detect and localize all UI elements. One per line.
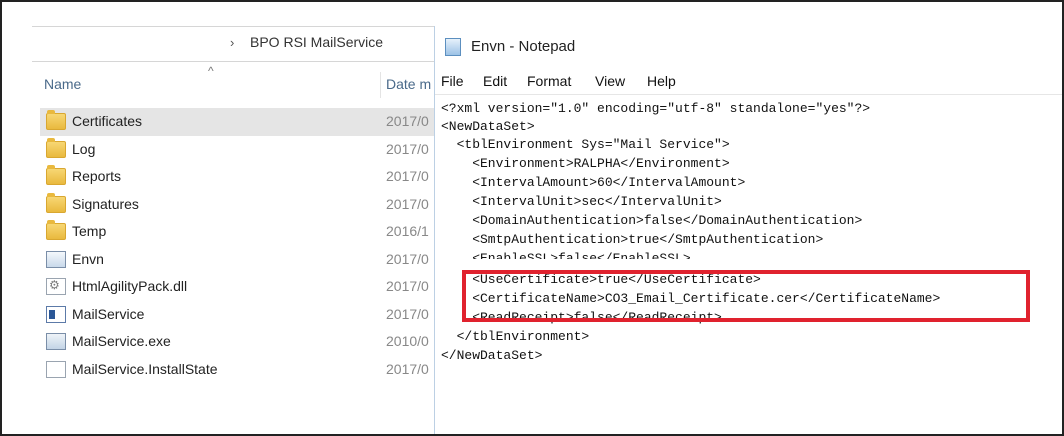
file-row[interactable]: Signatures 2017/0 bbox=[40, 191, 434, 219]
file-explorer-window: › BPO RSI MailService ^ Name Date m Cert… bbox=[4, 4, 434, 434]
file-row[interactable]: MailService 2017/0 bbox=[40, 301, 434, 329]
file-name: MailService.InstallState bbox=[72, 360, 218, 377]
folder-icon bbox=[46, 192, 66, 213]
file-name: MailService bbox=[72, 305, 145, 322]
code-line: <IntervalUnit>sec</IntervalUnit> bbox=[441, 194, 722, 209]
application-icon bbox=[46, 305, 66, 323]
blank-file-icon bbox=[46, 360, 66, 378]
file-row[interactable]: Log 2017/0 bbox=[40, 136, 434, 164]
file-name: MailService.exe bbox=[72, 333, 171, 349]
column-date-header[interactable]: Date m bbox=[386, 76, 431, 92]
folder-icon bbox=[46, 220, 66, 240]
file-name: Reports bbox=[72, 168, 122, 184]
column-divider[interactable] bbox=[380, 72, 381, 98]
code-line: <tblEnvironment Sys="Mail Service"> bbox=[441, 137, 730, 152]
code-line: <ReadReceipt>false</ReadReceipt> bbox=[441, 310, 722, 325]
menu-format[interactable]: Format bbox=[527, 73, 571, 89]
code-line: <SmtpAuthentication>true</SmtpAuthentica… bbox=[441, 232, 824, 247]
notepad-icon bbox=[445, 38, 461, 56]
code-line: <NewDataSet> bbox=[441, 119, 535, 134]
folder-icon bbox=[46, 137, 66, 158]
menu-bar: File Edit Format View Help bbox=[435, 70, 1062, 94]
file-row[interactable]: MailService.exe 2010/0 bbox=[40, 328, 434, 356]
code-line: <IntervalAmount>60</IntervalAmount> bbox=[441, 175, 746, 190]
file-date: 2017/0 bbox=[386, 113, 429, 129]
notepad-title-bar[interactable]: Envn - Notepad bbox=[435, 26, 1062, 66]
file-row[interactable]: Certificates 2017/0 bbox=[40, 108, 434, 136]
file-date: 2017/0 bbox=[386, 140, 429, 157]
code-line: </tblEnvironment> bbox=[441, 329, 590, 344]
file-date: 2017/0 bbox=[386, 305, 429, 322]
file-name: Envn bbox=[72, 250, 104, 267]
menu-view[interactable]: View bbox=[595, 73, 625, 89]
file-row[interactable]: Envn 2017/0 bbox=[40, 246, 434, 274]
screenshot-frame: › BPO RSI MailService ^ Name Date m Cert… bbox=[0, 0, 1064, 436]
file-name: HtmlAgilityPack.dll bbox=[72, 278, 188, 294]
exe-file-icon bbox=[46, 333, 66, 350]
code-line: <UseCertificate>true</UseCertificate> bbox=[441, 272, 761, 287]
file-row[interactable]: Reports 2017/0 bbox=[40, 163, 434, 191]
text-editor[interactable]: <?xml version="1.0" encoding="utf-8" sta… bbox=[441, 98, 1062, 434]
config-file-icon bbox=[46, 250, 66, 268]
file-row[interactable]: Temp 2016/1 bbox=[40, 218, 434, 246]
file-date: 2017/0 bbox=[386, 195, 429, 212]
code-line: <EnableSSL>false</EnableSSL> bbox=[441, 251, 691, 259]
breadcrumb-chevron-icon[interactable]: › bbox=[230, 35, 234, 50]
column-header: ^ Name Date m bbox=[32, 64, 434, 104]
breadcrumb-folder[interactable]: BPO RSI MailService bbox=[250, 34, 383, 50]
file-date: 2017/0 bbox=[386, 168, 429, 184]
code-line: <DomainAuthentication>false</DomainAuthe… bbox=[441, 213, 863, 228]
menu-file[interactable]: File bbox=[441, 73, 464, 89]
file-name: Temp bbox=[72, 223, 107, 239]
file-row[interactable]: HtmlAgilityPack.dll 2017/0 bbox=[40, 273, 434, 301]
column-name-header[interactable]: Name bbox=[44, 76, 81, 92]
address-bar[interactable]: › BPO RSI MailService bbox=[32, 26, 434, 62]
file-date: 2017/0 bbox=[386, 250, 429, 267]
file-date: 2010/0 bbox=[386, 333, 429, 349]
menu-edit[interactable]: Edit bbox=[483, 73, 507, 89]
file-list: Certificates 2017/0 Log 2017/0 Reports 2… bbox=[40, 108, 434, 383]
file-name: Log bbox=[72, 140, 96, 157]
folder-icon bbox=[46, 165, 66, 185]
window-title: Envn - Notepad bbox=[471, 38, 576, 55]
notepad-window: Envn - Notepad File Edit Format View Hel… bbox=[434, 26, 1062, 434]
menu-divider bbox=[435, 94, 1062, 95]
file-date: 2017/0 bbox=[386, 278, 429, 294]
file-row[interactable]: MailService.InstallState 2017/0 bbox=[40, 356, 434, 384]
dll-file-icon bbox=[46, 278, 66, 295]
code-line: <CertificateName>CO3_Email_Certificate.c… bbox=[441, 291, 941, 306]
code-line: </NewDataSet> bbox=[441, 348, 543, 363]
file-date: 2016/1 bbox=[386, 223, 429, 239]
code-line: <Environment>RALPHA</Environment> bbox=[441, 156, 730, 171]
menu-help[interactable]: Help bbox=[647, 73, 676, 89]
sort-ascending-icon: ^ bbox=[208, 64, 214, 78]
file-name: Certificates bbox=[72, 113, 143, 129]
code-line: <?xml version="1.0" encoding="utf-8" sta… bbox=[441, 101, 871, 116]
file-date: 2017/0 bbox=[386, 360, 429, 377]
file-name: Signatures bbox=[72, 195, 139, 212]
folder-icon bbox=[46, 110, 66, 130]
